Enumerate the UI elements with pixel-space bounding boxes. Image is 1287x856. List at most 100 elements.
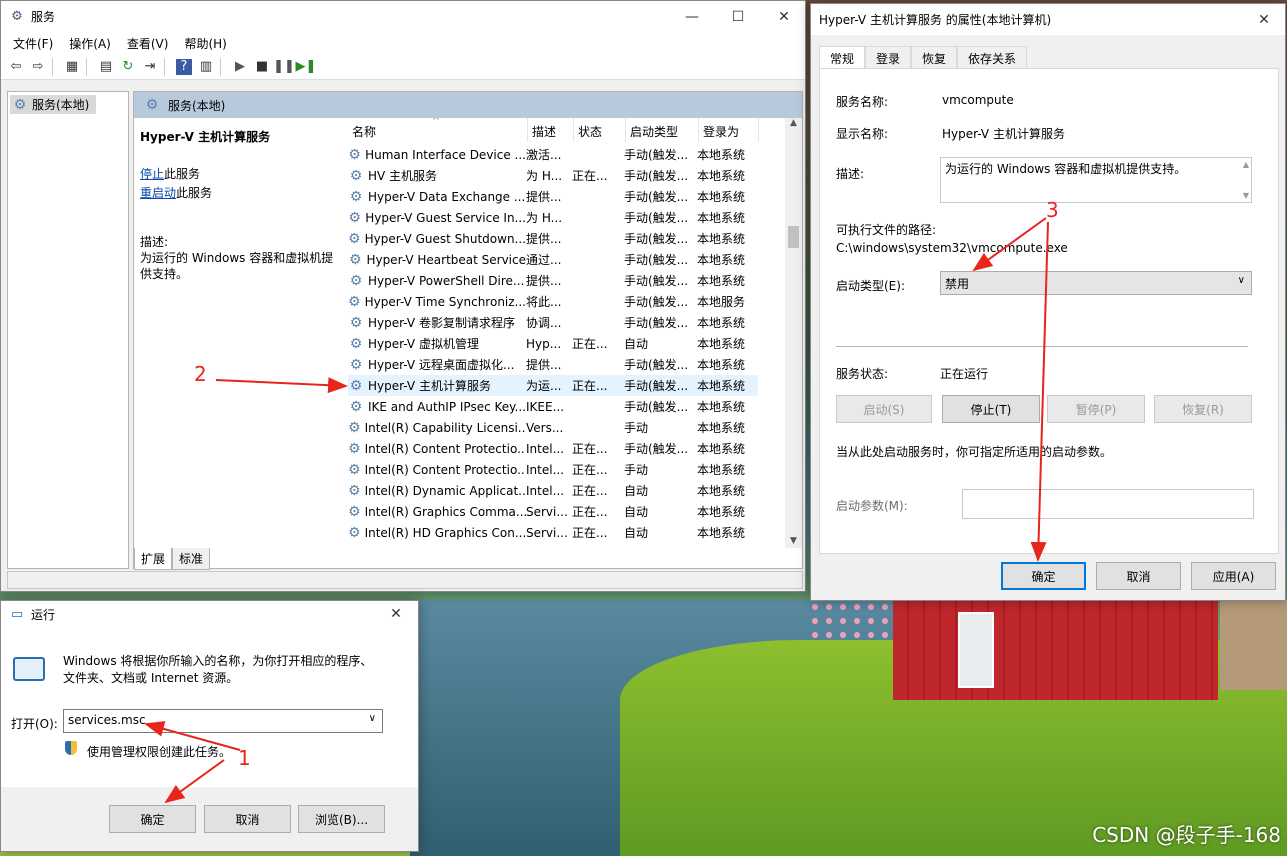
tab-extended[interactable]: 扩展 <box>134 548 173 570</box>
apply-button[interactable]: 应用(A) <box>1191 562 1276 590</box>
row-startup-type: 手动(触发... <box>624 295 689 309</box>
description-scroll-up-icon[interactable]: ▲ <box>1243 160 1249 169</box>
row-logon-as: 本地系统 <box>697 211 746 225</box>
service-gear-icon: ⚙ <box>349 377 363 394</box>
row-logon-as: 本地系统 <box>697 379 746 393</box>
table-row[interactable]: ⚙ Human Interface Device ... 激活... 手动(触发...… <box>348 144 758 165</box>
run-titlebar[interactable]: ▭ 运行 ✕ <box>1 601 418 627</box>
table-row[interactable]: ⚙ Hyper-V 虚拟机管理 Hyp... 正在... 自动 本地系统 <box>348 333 758 354</box>
column-startup-type[interactable]: 启动类型 <box>626 118 699 142</box>
run-ok-button[interactable]: 确定 <box>109 805 196 833</box>
row-status: 正在... <box>572 505 608 519</box>
stop-service-link[interactable]: 停止 <box>140 167 164 181</box>
row-logon-as: 本地系统 <box>697 169 746 183</box>
row-name-cell: ⚙ Intel(R) Dynamic Applicat... <box>348 483 526 499</box>
restart-service-link[interactable]: 重启动 <box>140 186 176 200</box>
run-app-icon <box>13 657 45 681</box>
tree-item-label: 服务(本地) <box>32 98 90 112</box>
row-startup-type: 手动(触发... <box>624 253 689 267</box>
table-row[interactable]: ⚙ HV 主机服务 为 H... 正在... 手动(触发... 本地系统 <box>348 165 758 186</box>
tab-dependencies[interactable]: 依存关系 <box>957 46 1028 70</box>
scroll-down-icon[interactable]: ▼ <box>785 536 802 546</box>
tab-standard[interactable]: 标准 <box>172 548 211 570</box>
forward-arrow-icon[interactable]: ⇨ <box>27 56 49 78</box>
toolbar-divider <box>52 57 58 76</box>
table-row[interactable]: ⚙ Hyper-V 远程桌面虚拟化... 提供... 手动(触发... 本地系统 <box>348 354 758 375</box>
pause-service-icon[interactable]: ❚❚ <box>273 56 295 78</box>
table-row[interactable]: ⚙ Intel(R) Graphics Comma... Servi... 正在...… <box>348 501 758 522</box>
tree-item-services-local[interactable]: ⚙ 服务(本地) <box>10 95 96 114</box>
service-gear-icon: ⚙ <box>349 356 363 373</box>
service-gear-icon: ⚙ <box>348 209 361 226</box>
row-description: 为 H... <box>526 169 563 183</box>
column-status[interactable]: 状态 <box>574 118 626 142</box>
row-startup-type: 手动(触发... <box>624 358 689 372</box>
properties-icon[interactable]: ▤ <box>95 56 117 78</box>
row-logon-as: 本地系统 <box>697 337 746 351</box>
row-name-cell: ⚙ Hyper-V 远程桌面虚拟化... <box>348 356 526 373</box>
run-browse-button[interactable]: 浏览(B)... <box>298 805 385 833</box>
table-row[interactable]: ⚙ Intel(R) Content Protectio... Intel... 正在… <box>348 438 758 459</box>
menu-view[interactable]: 查看(V) <box>119 35 177 52</box>
scroll-thumb[interactable] <box>788 226 799 248</box>
startup-type-select[interactable]: 禁用 ∨ <box>940 271 1252 295</box>
row-logon-as: 本地系统 <box>697 316 746 330</box>
table-row[interactable]: ⚙ Intel(R) HD Graphics Con... Servi... 正在..… <box>348 522 758 543</box>
close-button[interactable]: ✕ <box>761 1 807 32</box>
start-service-icon[interactable]: ▶ <box>229 56 251 78</box>
scroll-up-icon[interactable]: ▲ <box>785 118 802 128</box>
resume-service-icon[interactable]: ▶❚ <box>295 56 317 78</box>
description-scroll-down-icon[interactable]: ▼ <box>1243 191 1249 200</box>
menu-help[interactable]: 帮助(H) <box>176 35 234 52</box>
run-close-button[interactable]: ✕ <box>373 601 419 627</box>
table-row[interactable]: ⚙ Hyper-V Time Synchroniz... 将此... 手动(触发...… <box>348 291 758 312</box>
ok-button[interactable]: 确定 <box>1001 562 1086 590</box>
description-value: 为运行的 Windows 容器和虚拟机提供支持。 <box>945 162 1187 176</box>
tab-recovery[interactable]: 恢复 <box>911 46 958 70</box>
tab-general[interactable]: 常规 <box>819 46 866 70</box>
console-tree-icon[interactable]: ▦ <box>61 56 83 78</box>
table-row[interactable]: ⚙ Intel(R) Dynamic Applicat... Intel... 正在.… <box>348 480 758 501</box>
view-icon[interactable]: ▥ <box>195 56 217 78</box>
table-row[interactable]: ⚙ Intel(R) Capability Licensi... Vers... 手动… <box>348 417 758 438</box>
pause-button[interactable]: 暂停(P) <box>1047 395 1145 423</box>
description-box[interactable]: 为运行的 Windows 容器和虚拟机提供支持。 ▲ ▼ <box>940 157 1252 203</box>
table-row[interactable]: ⚙ Intel(R) Content Protectio... Intel... 正在… <box>348 459 758 480</box>
menu-action[interactable]: 操作(A) <box>61 35 119 52</box>
bottom-tabs: 扩展 标准 <box>134 548 211 570</box>
properties-titlebar[interactable]: Hyper-V 主机计算服务 的属性(本地计算机) ✕ <box>811 4 1285 35</box>
help-icon[interactable]: ? <box>176 58 192 75</box>
column-logon-as[interactable]: 登录为 <box>699 118 759 142</box>
run-cancel-button[interactable]: 取消 <box>204 805 291 833</box>
table-row[interactable]: ⚙ Hyper-V Heartbeat Service 通过... 手动(触发... 本… <box>348 249 758 270</box>
tab-logon[interactable]: 登录 <box>865 46 912 70</box>
row-name-cell: ⚙ Hyper-V PowerShell Dire... <box>348 273 526 289</box>
back-arrow-icon[interactable]: ⇦ <box>5 56 27 78</box>
table-row[interactable]: ⚙ Hyper-V 主机计算服务 为运... 正在... 手动(触发... 本地系统 <box>348 375 758 396</box>
stop-service-icon[interactable]: ■ <box>251 56 273 78</box>
table-row[interactable]: ⚙ IKE and AuthIP IPsec Key... IKEE... 手动(触发… <box>348 396 758 417</box>
export-icon[interactable]: ⇥ <box>139 56 161 78</box>
minimize-button[interactable]: — <box>669 1 715 32</box>
properties-close-button[interactable]: ✕ <box>1241 4 1287 35</box>
column-description[interactable]: 描述 <box>528 118 574 142</box>
refresh-icon[interactable]: ↻ <box>117 56 139 78</box>
table-row[interactable]: ⚙ Hyper-V Guest Shutdown... 提供... 手动(触发... 本… <box>348 228 758 249</box>
menu-file[interactable]: 文件(F) <box>5 35 61 52</box>
list-scrollbar[interactable]: ▲ ▼ <box>785 118 802 548</box>
maximize-button[interactable]: ☐ <box>715 1 761 32</box>
cancel-button[interactable]: 取消 <box>1096 562 1181 590</box>
row-description: Intel... <box>526 483 565 498</box>
start-button[interactable]: 启动(S) <box>836 395 932 423</box>
open-combobox[interactable]: services.msc ∨ <box>63 709 383 733</box>
stop-button[interactable]: 停止(T) <box>942 395 1040 423</box>
services-titlebar[interactable]: ⚙ 服务 — ☐ ✕ <box>1 1 805 32</box>
table-row[interactable]: ⚙ Hyper-V PowerShell Dire... 提供... 手动(触发...… <box>348 270 758 291</box>
row-startup-type: 手动(触发... <box>624 274 689 288</box>
desktop-flowers <box>808 600 898 640</box>
table-row[interactable]: ⚙ Hyper-V Guest Service In... 为 H... 手动(触发.… <box>348 207 758 228</box>
params-input[interactable] <box>962 489 1254 519</box>
resume-button[interactable]: 恢复(R) <box>1154 395 1252 423</box>
table-row[interactable]: ⚙ Hyper-V Data Exchange ... 提供... 手动(触发... 本… <box>348 186 758 207</box>
table-row[interactable]: ⚙ Hyper-V 卷影复制请求程序 协调... 手动(触发... 本地系统 <box>348 312 758 333</box>
